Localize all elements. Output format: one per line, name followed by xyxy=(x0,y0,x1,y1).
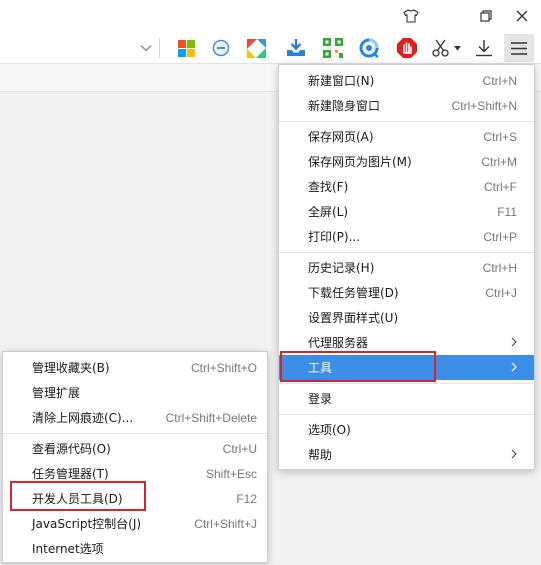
menu-item-label: Internet选项 xyxy=(32,542,104,556)
main-menu-item[interactable]: 打印(P)... Ctrl+P xyxy=(279,224,534,249)
menu-item-label: 下载任务管理(D) xyxy=(308,286,399,300)
minus-circle-icon[interactable] xyxy=(210,37,232,59)
menu-item-label: 开发人员工具(D) xyxy=(32,492,123,506)
main-menu-item[interactable]: 代理服务器 xyxy=(279,330,534,355)
main-menu-item[interactable]: 登录 xyxy=(279,386,534,411)
restore-icon[interactable] xyxy=(472,4,500,28)
menu-item-label: JavaScript控制台(J) xyxy=(32,517,142,531)
main-menu-item[interactable]: 历史记录(H) Ctrl+H xyxy=(279,255,534,280)
menu-item-label: 设置界面样式(U) xyxy=(308,311,399,325)
menu-item-shortcut: Ctrl+P xyxy=(483,229,517,244)
menu-separator xyxy=(279,414,534,415)
chevron-right-icon xyxy=(511,337,517,347)
download-tray-icon[interactable] xyxy=(285,37,307,59)
tools-submenu-item[interactable]: 任务管理器(T) Shift+Esc xyxy=(3,461,267,486)
address-dropdown-button[interactable] xyxy=(132,38,160,58)
title-bar xyxy=(0,0,541,32)
main-menu-item[interactable]: 保存网页为图片(M) Ctrl+M xyxy=(279,149,534,174)
main-menu-item[interactable]: 选项(O) xyxy=(279,417,534,442)
red-stop-hand-icon[interactable] xyxy=(396,37,418,59)
menu-item-shortcut: Ctrl+J xyxy=(485,285,517,300)
menu-item-shortcut: Ctrl+M xyxy=(481,154,517,169)
tools-submenu-item[interactable]: 开发人员工具(D) F12 xyxy=(3,486,267,511)
browser-toolbar xyxy=(0,32,541,64)
qr-code-icon[interactable] xyxy=(322,37,344,59)
menu-item-shortcut: Ctrl+N xyxy=(482,73,517,88)
menu-item-shortcut: Ctrl+Shift+J xyxy=(194,516,257,531)
main-menu: 新建窗口(N) Ctrl+N 新建隐身窗口 Ctrl+Shift+N 保存网页(A) Ct… xyxy=(278,64,535,470)
menu-item-label: 历史记录(H) xyxy=(308,261,375,275)
menu-separator xyxy=(279,383,534,384)
menu-item-label: 新建隐身窗口 xyxy=(308,99,381,113)
chevron-right-icon xyxy=(511,362,517,372)
menu-item-label: 全屏(L) xyxy=(308,205,349,219)
tools-submenu: 管理收藏夹(B) Ctrl+Shift+O 管理扩展清除上网痕迹(C)... Ctrl… xyxy=(2,351,268,563)
menu-item-label: 帮助 xyxy=(308,448,333,462)
menu-item-label: 查找(F) xyxy=(308,180,349,194)
menu-item-label: 工具 xyxy=(308,361,333,375)
main-menu-item[interactable]: 工具 xyxy=(279,355,534,380)
tools-submenu-item[interactable]: 查看源代码(O) Ctrl+U xyxy=(3,436,267,461)
menu-item-shortcut: Ctrl+F xyxy=(484,179,517,194)
scissors-dropdown-icon[interactable] xyxy=(451,37,463,59)
main-menu-item[interactable]: 新建窗口(N) Ctrl+N xyxy=(279,68,534,93)
main-menu-item[interactable]: 设置界面样式(U) xyxy=(279,305,534,330)
menu-separator xyxy=(279,121,534,122)
tools-submenu-item[interactable]: Internet选项 xyxy=(3,536,267,561)
colorful-app-icon[interactable] xyxy=(245,37,267,59)
main-menu-item[interactable]: 帮助 xyxy=(279,442,534,467)
download-arrow-icon[interactable] xyxy=(473,37,495,59)
menu-item-shortcut: Ctrl+Shift+N xyxy=(451,98,517,113)
menu-item-shortcut: Ctrl+Shift+O xyxy=(190,360,257,375)
main-menu-item[interactable]: 查找(F) Ctrl+F xyxy=(279,174,534,199)
scissors-icon[interactable] xyxy=(431,37,453,59)
menu-item-label: 清除上网痕迹(C)... xyxy=(32,411,134,425)
close-icon[interactable] xyxy=(508,4,536,28)
menu-item-label: 保存网页(A) xyxy=(308,130,374,144)
menu-item-shortcut: F12 xyxy=(236,491,257,506)
menu-item-label: 代理服务器 xyxy=(308,336,369,350)
menu-item-label: 任务管理器(T) xyxy=(32,467,109,481)
menu-item-label: 管理扩展 xyxy=(32,386,81,400)
menu-item-label: 打印(P)... xyxy=(308,230,361,244)
main-menu-item[interactable]: 下载任务管理(D) Ctrl+J xyxy=(279,280,534,305)
tools-submenu-item[interactable]: 清除上网痕迹(C)... Ctrl+Shift+Delete xyxy=(3,405,267,430)
blue-sync-icon[interactable] xyxy=(358,37,380,59)
chevron-down-icon xyxy=(140,45,151,52)
menu-item-shortcut: Ctrl+S xyxy=(483,129,517,144)
tools-submenu-item[interactable]: 管理扩展 xyxy=(3,380,267,405)
windows-logo-icon[interactable] xyxy=(175,37,197,59)
menu-item-shortcut: Shift+Esc xyxy=(205,466,257,481)
tools-submenu-item[interactable]: 管理收藏夹(B) Ctrl+Shift+O xyxy=(3,355,267,380)
menu-item-label: 选项(O) xyxy=(308,423,351,437)
tools-submenu-item[interactable]: JavaScript控制台(J) Ctrl+Shift+J xyxy=(3,511,267,536)
main-menu-item[interactable]: 保存网页(A) Ctrl+S xyxy=(279,124,534,149)
menu-item-label: 登录 xyxy=(308,392,333,406)
menu-separator xyxy=(279,252,534,253)
menu-item-label: 新建窗口(N) xyxy=(308,74,375,88)
main-menu-item[interactable]: 全屏(L) F11 xyxy=(279,199,534,224)
skin-icon[interactable] xyxy=(397,4,425,28)
menu-item-label: 查看源代码(O) xyxy=(32,442,111,456)
main-menu-item[interactable]: 新建隐身窗口 Ctrl+Shift+N xyxy=(279,93,534,118)
menu-item-shortcut: Ctrl+U xyxy=(222,441,257,456)
menu-item-shortcut: F11 xyxy=(497,204,517,219)
menu-item-label: 管理收藏夹(B) xyxy=(32,361,110,375)
menu-item-shortcut: Ctrl+Shift+Delete xyxy=(165,410,257,425)
menu-item-label: 保存网页为图片(M) xyxy=(308,155,412,169)
hamburger-menu-icon[interactable] xyxy=(504,34,534,62)
menu-item-shortcut: Ctrl+H xyxy=(482,260,517,275)
menu-separator xyxy=(3,433,267,434)
chevron-right-icon xyxy=(511,449,517,459)
